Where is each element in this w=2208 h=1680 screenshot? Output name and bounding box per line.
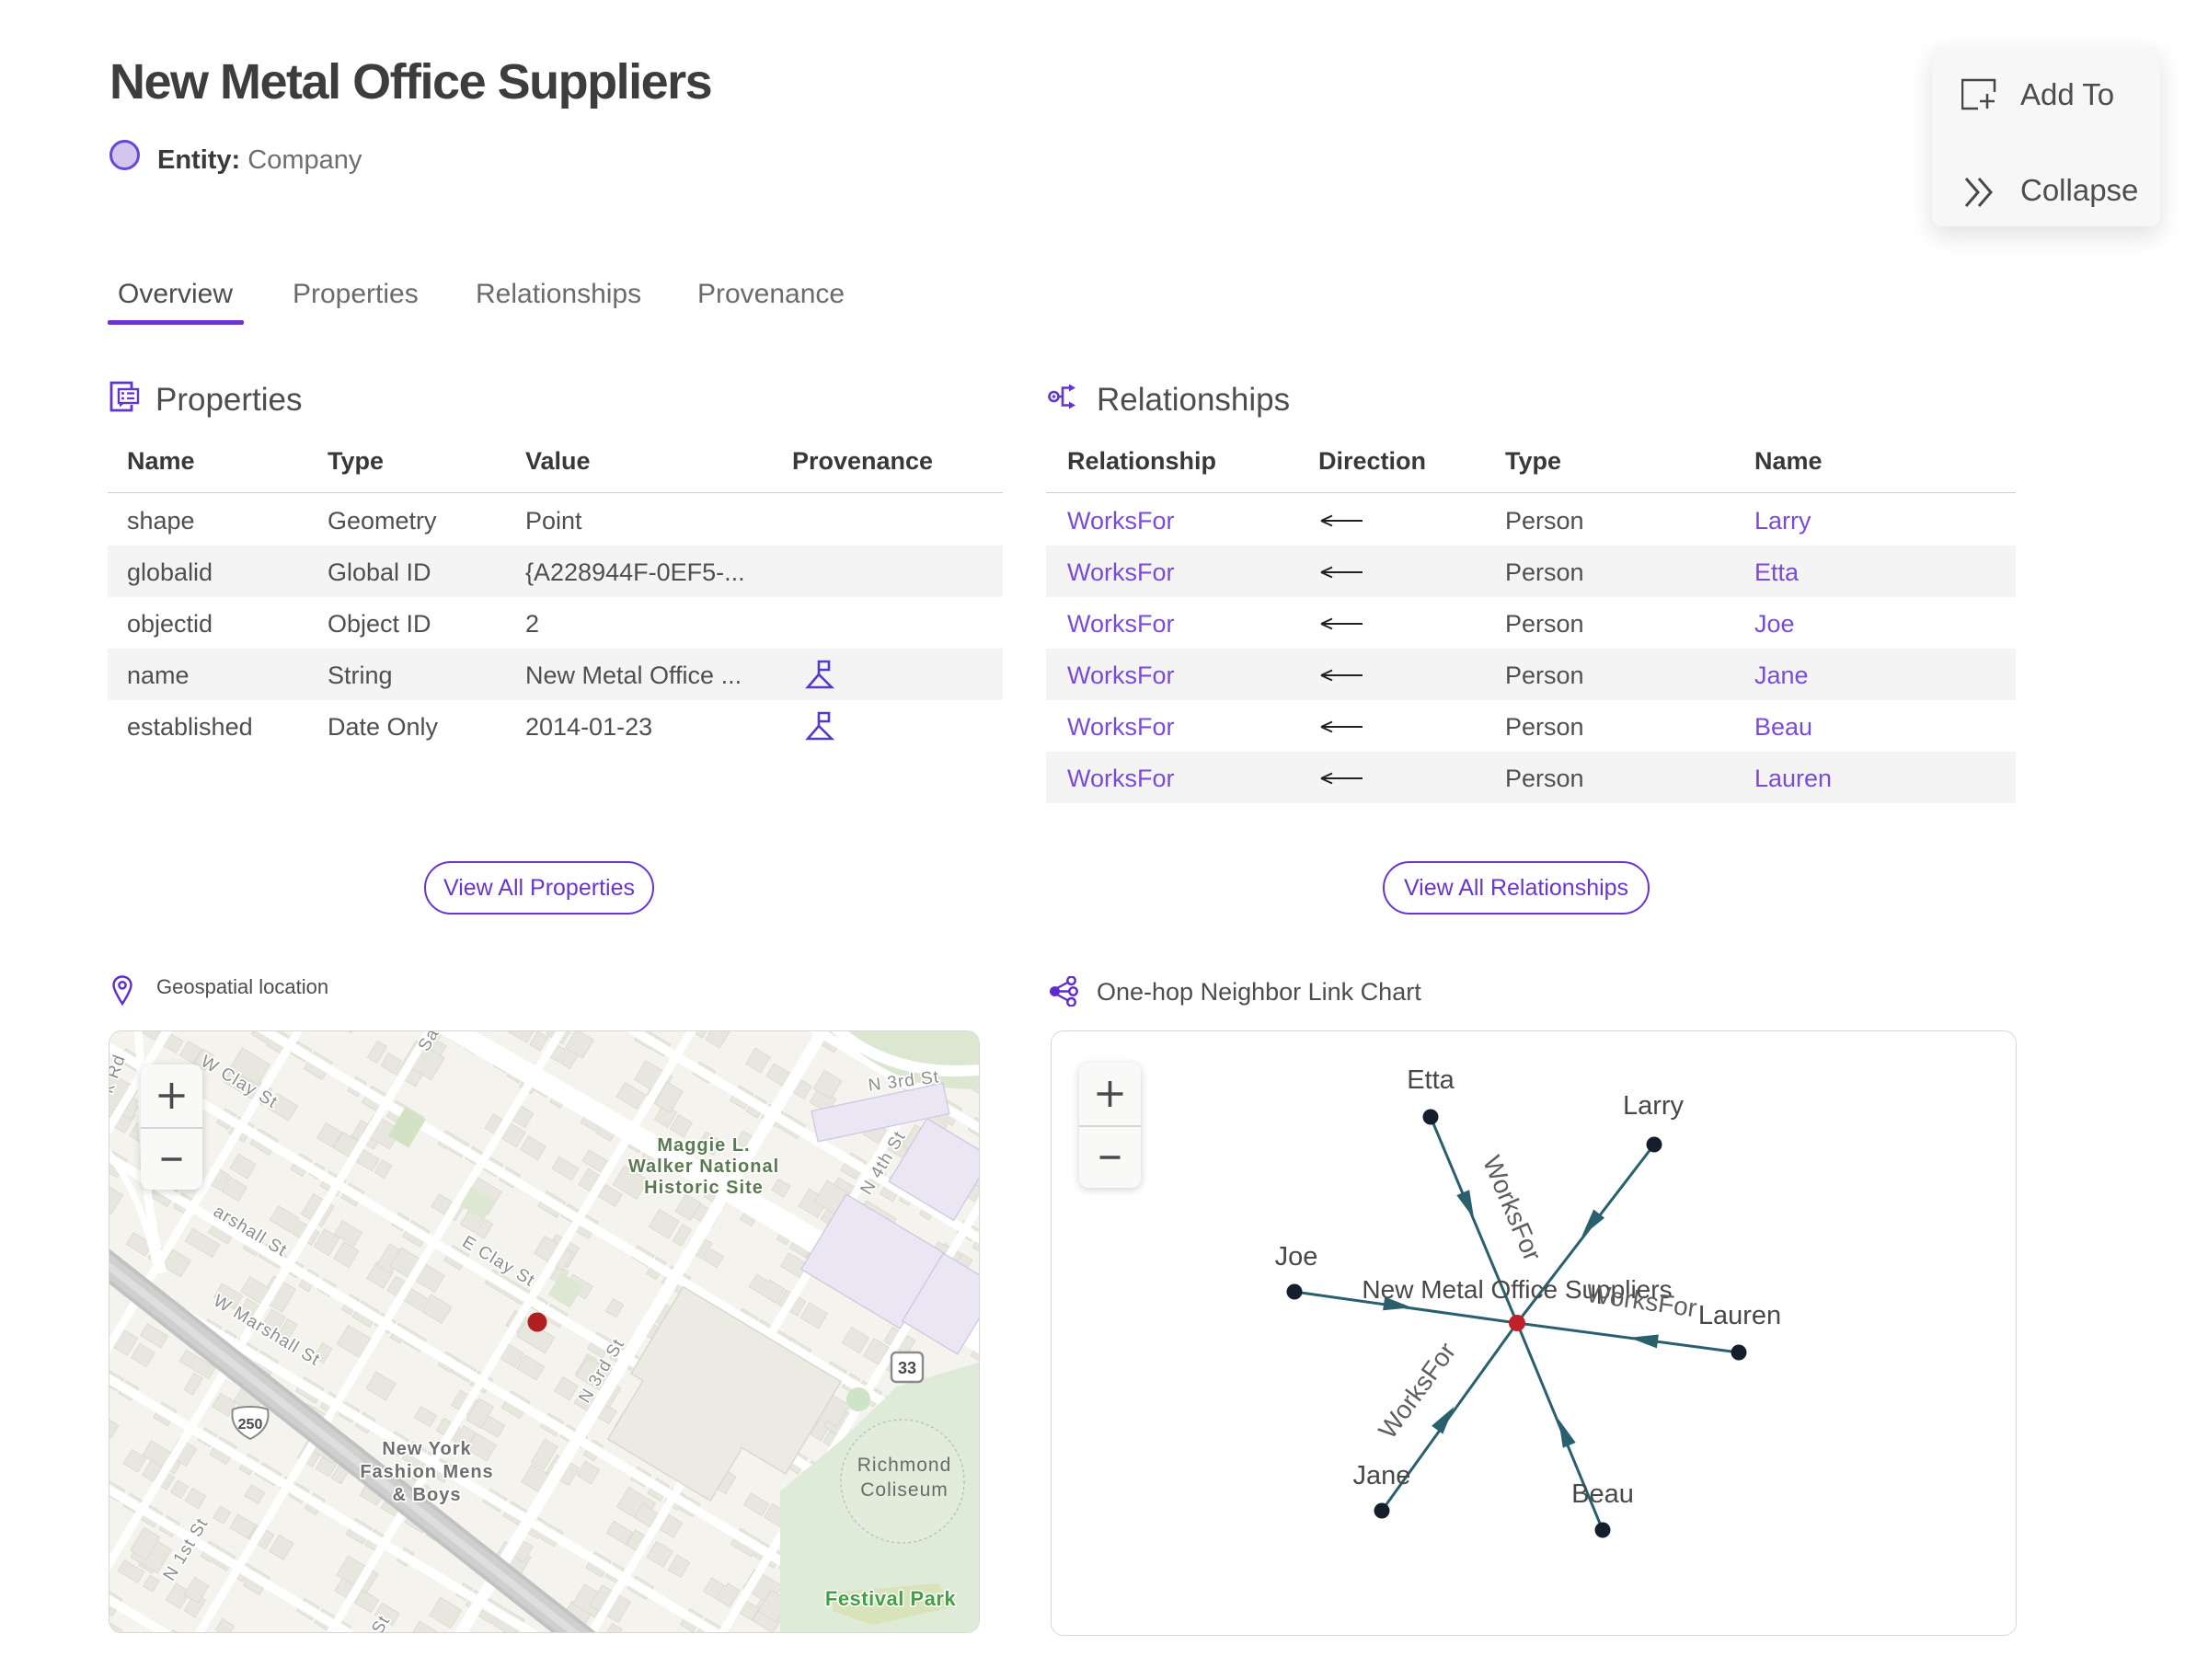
- svg-text:Jane: Jane: [1353, 1461, 1411, 1490]
- svg-text:Coliseum: Coliseum: [860, 1479, 949, 1501]
- svg-text:Etta: Etta: [1407, 1065, 1455, 1095]
- svg-text:33: 33: [898, 1359, 916, 1377]
- svg-text:Walker National: Walker National: [628, 1156, 779, 1177]
- svg-text:Lauren: Lauren: [1698, 1301, 1781, 1330]
- svg-text:250: 250: [238, 1417, 263, 1433]
- svg-text:Festival Park: Festival Park: [825, 1587, 957, 1610]
- svg-text:New York: New York: [382, 1439, 471, 1459]
- svg-text:& Boys: & Boys: [393, 1485, 462, 1505]
- svg-text:Richmond: Richmond: [857, 1455, 952, 1476]
- svg-text:Joe: Joe: [1275, 1242, 1318, 1272]
- svg-text:Maggie L.: Maggie L.: [657, 1135, 750, 1156]
- svg-text:Larry: Larry: [1623, 1091, 1685, 1121]
- svg-text:Beau: Beau: [1571, 1479, 1634, 1509]
- svg-text:Historic Site: Historic Site: [644, 1178, 764, 1198]
- svg-text:Fashion Mens: Fashion Mens: [360, 1462, 493, 1482]
